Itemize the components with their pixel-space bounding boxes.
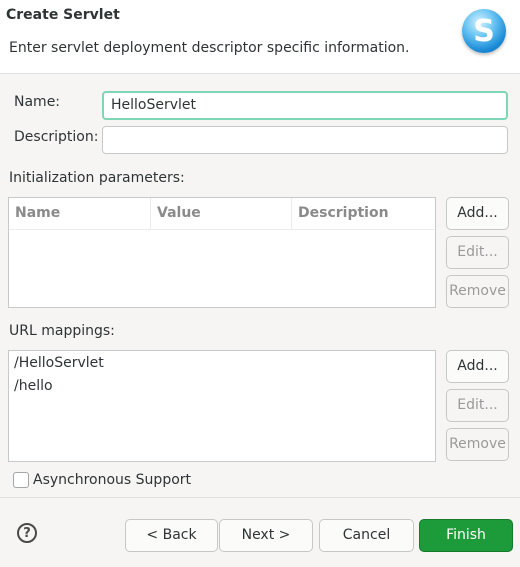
url-mappings-label: URL mappings: <box>9 323 115 339</box>
footer-separator <box>0 497 520 498</box>
next-button[interactable]: Next > <box>219 519 313 552</box>
description-input[interactable] <box>102 126 508 154</box>
url-mappings-list[interactable]: /HelloServlet /hello <box>8 350 436 462</box>
init-params-header: Name Value Description <box>9 198 435 230</box>
column-header-description[interactable]: Description <box>292 198 435 229</box>
init-params-remove-button[interactable]: Remove <box>446 275 509 308</box>
list-item[interactable]: /hello <box>14 378 53 394</box>
finish-button[interactable]: Finish <box>419 519 513 552</box>
async-support-label[interactable]: Asynchronous Support <box>33 472 191 488</box>
dialog-banner: Create Servlet Enter servlet deployment … <box>0 0 520 74</box>
name-input[interactable]: HelloServlet <box>102 91 508 120</box>
init-params-add-button[interactable]: Add... <box>446 197 509 230</box>
servlet-wizard-icon: S <box>462 9 506 53</box>
help-icon[interactable]: ? <box>17 523 37 543</box>
list-item[interactable]: /HelloServlet <box>14 355 104 371</box>
async-support-checkbox[interactable] <box>13 472 29 488</box>
url-mappings-edit-button[interactable]: Edit... <box>446 389 509 422</box>
name-label: Name: <box>14 94 61 110</box>
column-header-value[interactable]: Value <box>151 198 292 229</box>
dialog-message: Enter servlet deployment descriptor spec… <box>9 40 410 56</box>
url-mappings-add-button[interactable]: Add... <box>446 350 509 383</box>
description-label: Description: <box>14 129 99 145</box>
url-mappings-remove-button[interactable]: Remove <box>446 428 509 461</box>
back-button[interactable]: < Back <box>125 519 218 552</box>
dialog-title: Create Servlet <box>6 7 120 23</box>
cancel-button[interactable]: Cancel <box>319 519 414 552</box>
init-params-label: Initialization parameters: <box>9 170 185 186</box>
column-header-name[interactable]: Name <box>9 198 151 229</box>
init-params-table[interactable]: Name Value Description <box>8 197 436 308</box>
init-params-edit-button[interactable]: Edit... <box>446 236 509 269</box>
